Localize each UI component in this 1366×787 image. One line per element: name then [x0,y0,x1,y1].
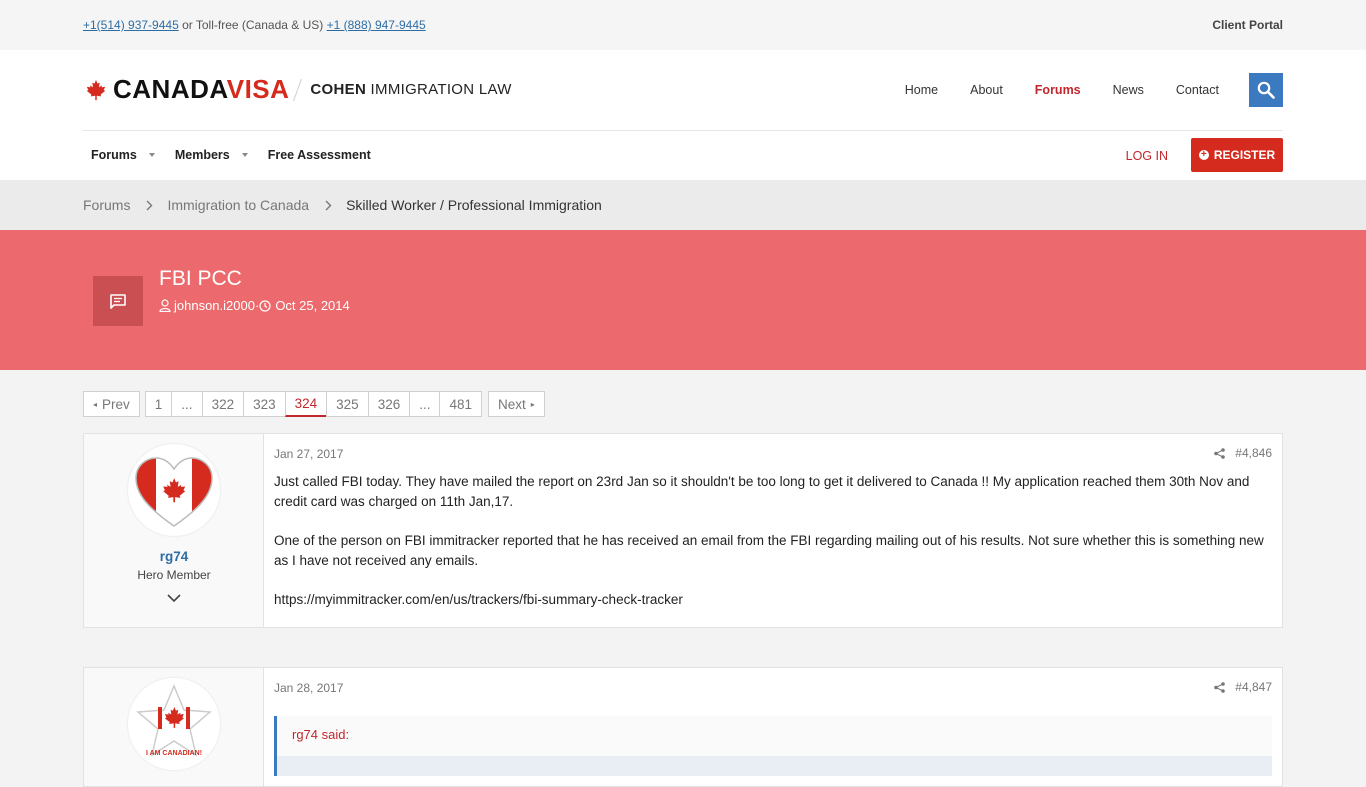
chevron-left-icon: ◂ [93,399,98,409]
post-number-area: #4,846 [1214,446,1272,460]
plus-circle-icon: + [1198,150,1209,160]
pager-prev-label: Prev [102,396,130,412]
quote-body [277,756,1272,776]
pager-ellipsis-start[interactable]: ... [171,391,203,417]
site-header: CANADAVISA COHEN IMMIGRATION LAW Home Ab… [0,50,1366,130]
pager-page-324-current[interactable]: 324 [284,391,328,417]
pager-page-481[interactable]: 481 [439,391,483,417]
pager-next-label: Next [498,396,526,412]
heart-flag-avatar-icon [135,457,213,527]
phone-tollfree-link[interactable]: +1 (888) 947-9445 [327,18,426,32]
post-paragraph: One of the person on FBI immitracker rep… [274,533,1264,568]
star-flag-avatar-icon: I AM CANADIAN! [128,678,220,770]
clock-icon [259,299,271,312]
subnav-menu: Forums Members Free Assessment [91,148,391,162]
pager-page-323[interactable]: 323 [243,391,286,417]
post-url-text: https://myimmitracker.com/en/us/trackers… [274,592,683,607]
post-date[interactable]: Jan 27, 2017 [274,447,343,461]
register-button[interactable]: + REGISTER [1191,138,1283,172]
post-number-link[interactable]: #4,846 [1235,446,1272,460]
pager-page-322[interactable]: 322 [201,391,245,417]
share-icon[interactable] [1214,447,1226,459]
subnav-forums-label: Forums [91,148,137,162]
quote-header-link[interactable]: rg74 said: [292,727,349,742]
chevron-down-icon [241,153,248,157]
nav-about[interactable]: About [970,83,1003,97]
post-user-panel: rg74 Hero Member [84,434,264,627]
nav-news[interactable]: News [1113,83,1144,97]
brand-part-canada: CANADA [113,74,227,104]
pager-page-326[interactable]: 326 [367,391,411,417]
login-link[interactable]: LOG IN [1126,149,1168,163]
subnav-forums[interactable]: Forums [91,148,155,162]
chevron-right-icon [325,200,332,210]
client-portal-link[interactable]: Client Portal [1212,18,1283,32]
breadcrumb: Forums Immigration to Canada Skilled Wor… [0,180,1366,230]
brand-part-visa: VISA [226,74,290,104]
breadcrumb-immigration-to-canada[interactable]: Immigration to Canada [167,197,309,213]
thread-date-link[interactable]: Oct 25, 2014 [275,298,349,313]
thread-icon [93,276,143,326]
chevron-right-icon: ▸ [530,399,535,409]
chevron-down-icon [148,153,155,157]
subnav-members-label: Members [174,148,230,162]
cohen-bold: COHEN [310,81,367,98]
search-button[interactable] [1249,73,1283,107]
post-body: Just called FBI today. They have mailed … [274,472,1270,629]
phone-local-link[interactable]: +1(514) 937-9445 [83,18,179,32]
post-number-area: #4,847 [1214,680,1272,694]
avatar[interactable]: I AM CANADIAN! [128,678,220,770]
thread-title: FBI PCC [159,267,242,290]
nav-forums[interactable]: Forums [1035,83,1081,97]
chevron-down-icon[interactable] [167,594,181,603]
thread-meta: johnson.i2000 · Oct 25, 2014 [159,298,350,313]
phone-connector-text: or Toll-free (Canada & US) [178,18,327,32]
top-bar: +1(514) 937-9445 or Toll-free (Canada & … [0,0,1366,50]
breadcrumb-forums[interactable]: Forums [83,197,130,213]
post-4847: I AM CANADIAN! Jan 28, 2017 #4,847 rg74 … [83,667,1283,787]
share-icon[interactable] [1214,681,1226,693]
pager-page-1[interactable]: 1 [144,391,173,417]
subnav-divider [83,130,1283,131]
cohen-rest: IMMIGRATION LAW [366,81,512,98]
pager-page-325[interactable]: 325 [326,391,369,417]
avatar[interactable] [128,444,220,536]
breadcrumb-trail: Forums Immigration to Canada Skilled Wor… [83,197,602,213]
chat-icon [110,293,126,309]
sub-nav: Forums Members Free Assessment LOG IN + … [0,130,1366,180]
user-icon [159,299,171,312]
post-quote: rg74 said: [274,716,1272,776]
pager-ellipsis-end[interactable]: ... [409,391,441,417]
logo-divider [293,78,303,101]
chevron-right-icon [146,200,153,210]
cohen-immigration-law: COHEN IMMIGRATION LAW [310,81,511,98]
subnav-members[interactable]: Members [175,148,248,162]
avatar-caption: I AM CANADIAN! [146,750,202,757]
post-paragraph: Just called FBI today. They have mailed … [274,474,1250,509]
post-4846: rg74 Hero Member Jan 27, 2017 #4,846 Jus… [83,433,1283,628]
nav-home[interactable]: Home [905,83,938,97]
pager-next[interactable]: Next ▸ [488,391,545,417]
maple-leaf-icon [86,79,106,100]
thread-author-link[interactable]: johnson.i2000 [174,298,255,313]
post-user-title: Hero Member [137,568,211,582]
pager-prev[interactable]: ◂ Prev [83,391,140,417]
post-user-panel: I AM CANADIAN! [84,668,264,786]
post-username[interactable]: rg74 [84,549,264,564]
main-nav: Home About Forums News Contact [873,73,1283,107]
post-date[interactable]: Jan 28, 2017 [274,681,343,695]
subnav-free-assessment[interactable]: Free Assessment [268,148,371,162]
post-number-link[interactable]: #4,847 [1235,680,1272,694]
search-icon [1257,81,1275,99]
register-label: REGISTER [1213,148,1276,162]
pagination: ◂ Prev 1 ... 322 323 324 325 326 ... 481… [83,391,545,417]
thread-banner: FBI PCC johnson.i2000 · Oct 25, 2014 [0,230,1366,370]
phone-numbers: +1(514) 937-9445 or Toll-free (Canada & … [83,18,426,32]
site-logo[interactable]: CANADAVISA COHEN IMMIGRATION LAW [85,74,512,105]
nav-contact[interactable]: Contact [1176,83,1219,97]
brand-name: CANADAVISA [113,74,289,105]
breadcrumb-skilled-worker[interactable]: Skilled Worker / Professional Immigratio… [346,197,602,213]
